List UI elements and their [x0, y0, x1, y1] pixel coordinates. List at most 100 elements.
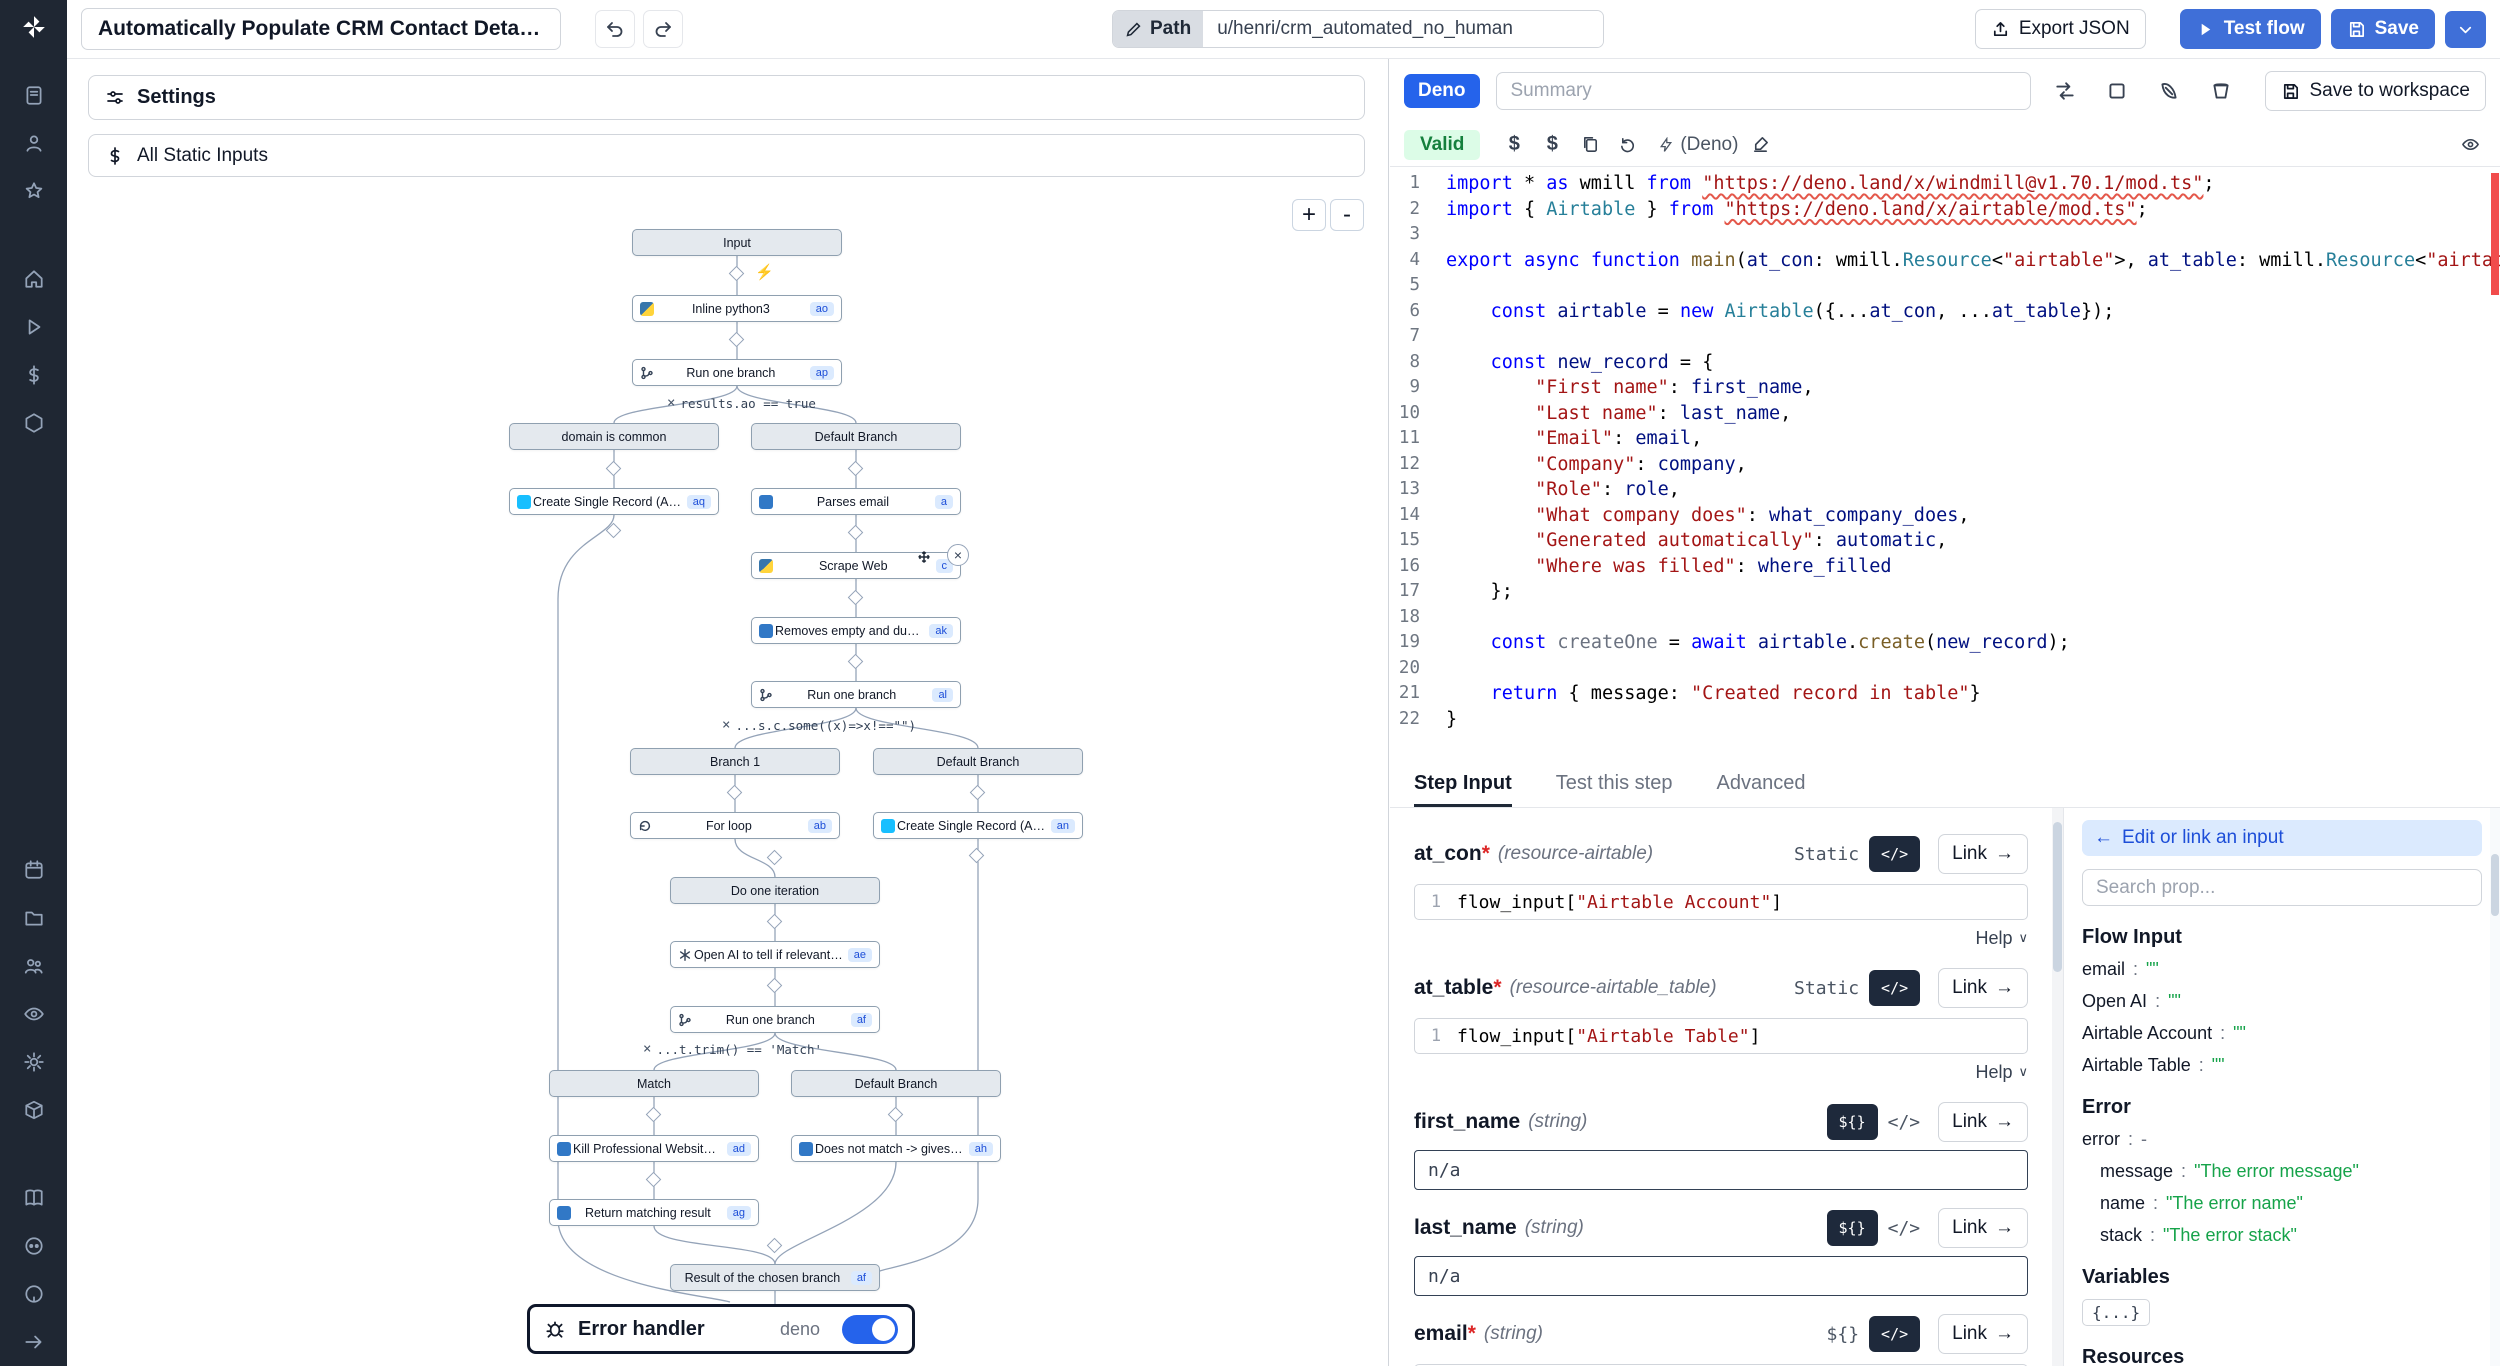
code-editor[interactable]: 1import * as wmill from "https://deno.la…	[1390, 167, 2500, 768]
windmill-logo-icon[interactable]	[21, 14, 47, 45]
search-prop-input[interactable]	[2082, 869, 2482, 906]
flow-node-parses-email[interactable]: Parses emaila	[751, 488, 961, 515]
prop-row[interactable]: stack:"The error stack"	[2082, 1225, 2482, 1246]
favorites-icon[interactable]	[14, 171, 54, 211]
code-mode-button[interactable]: </>	[1869, 970, 1920, 1006]
static-mode-button[interactable]: Static	[1794, 978, 1859, 999]
workers-icon[interactable]	[14, 1090, 54, 1130]
delete-step-button[interactable]: ×	[947, 544, 969, 566]
flow-node-default-branch[interactable]: Default Branch	[873, 748, 1083, 775]
preview-eye-icon[interactable]	[2454, 129, 2486, 161]
save-to-workspace-button[interactable]: Save to workspace	[2265, 71, 2486, 111]
prop-row[interactable]: name:"The error name"	[2082, 1193, 2482, 1214]
link-input-button[interactable]: Link→	[1938, 1102, 2028, 1142]
flow-node-create-single-record-aq[interactable]: Create Single Record (Airtable)aq	[509, 488, 719, 515]
remove-condition-icon[interactable]: ×	[667, 395, 675, 411]
remove-condition-icon[interactable]: ×	[722, 717, 730, 733]
form-scrollbar[interactable]	[2052, 808, 2063, 1366]
flow-settings-bar[interactable]: Settings	[88, 75, 1365, 120]
link-input-button[interactable]: Link→	[1938, 968, 2028, 1008]
template-mode-button[interactable]: ${}	[1827, 1104, 1878, 1140]
save-dropdown-button[interactable]	[2445, 11, 2486, 48]
flow-node-run-one-branch-af[interactable]: Run one branchaf	[670, 1006, 880, 1033]
link-input-button[interactable]: Link→	[1938, 1208, 2028, 1248]
prop-row[interactable]: error:-	[2082, 1129, 2482, 1150]
error-handler-node[interactable]: Error handler deno	[527, 1304, 915, 1354]
edit-or-link-input-button[interactable]: ←Edit or link an input	[2082, 820, 2482, 856]
reset-icon[interactable]	[1612, 129, 1644, 161]
diff-icon[interactable]	[2047, 73, 2083, 109]
variables-icon[interactable]	[14, 355, 54, 395]
help-link[interactable]: Help∨	[1414, 1060, 2028, 1084]
flow-node-for-loop[interactable]: For loopab	[630, 812, 840, 839]
flow-node-do-one-iteration[interactable]: Do one iteration	[670, 877, 880, 904]
flow-title[interactable]: Automatically Populate CRM Contact Detai…	[81, 8, 561, 50]
move-step-button[interactable]	[913, 546, 935, 568]
flow-node-removes-empty[interactable]: Removes empty and duplicatesak	[751, 617, 961, 644]
save-button[interactable]: Save	[2331, 9, 2435, 49]
library-icon[interactable]	[2203, 73, 2239, 109]
error-handler-toggle[interactable]	[842, 1315, 898, 1344]
folders-icon[interactable]	[14, 898, 54, 938]
prop-row[interactable]: Open AI:""	[2082, 991, 2482, 1012]
flow-node-inline-python3[interactable]: Inline python3ao	[632, 295, 842, 322]
github-icon[interactable]	[14, 1274, 54, 1314]
template-mode-button[interactable]: ${}	[1827, 1324, 1860, 1345]
export-json-button[interactable]: Export JSON	[1975, 9, 2146, 49]
flow-node-kill-professional-websites[interactable]: Kill Professional Websites mentionsad	[549, 1135, 759, 1162]
zoom-in-button[interactable]: +	[1292, 199, 1326, 231]
code-mode-button[interactable]: </>	[1888, 1218, 1921, 1239]
runs-icon[interactable]	[14, 75, 54, 115]
undo-button[interactable]	[595, 10, 635, 48]
code-mode-button[interactable]: </>	[1869, 836, 1920, 872]
flow-node-does-not-match[interactable]: Does not match -> gives empty valueah	[791, 1135, 1001, 1162]
docs-icon[interactable]	[14, 1178, 54, 1218]
variables-object-chip[interactable]: {...}	[2082, 1299, 2150, 1326]
flow-node-input[interactable]: Input	[632, 229, 842, 256]
prop-row[interactable]: message:"The error message"	[2082, 1161, 2482, 1182]
discord-icon[interactable]	[14, 1226, 54, 1266]
flow-node-branch-1[interactable]: Branch 1	[630, 748, 840, 775]
tab-test-this-step[interactable]: Test this step	[1556, 772, 1673, 807]
user-icon[interactable]	[14, 123, 54, 163]
remove-condition-icon[interactable]: ×	[643, 1041, 651, 1057]
prop-row[interactable]: Airtable Account:""	[2082, 1023, 2482, 1044]
resources-icon[interactable]	[14, 403, 54, 443]
last-name-input[interactable]	[1414, 1256, 2028, 1296]
redo-button[interactable]	[643, 10, 683, 48]
expression-input[interactable]: 1 flow_input["Airtable Table"]	[1414, 1018, 2028, 1054]
zoom-out-button[interactable]: -	[1330, 199, 1364, 231]
first-name-input[interactable]	[1414, 1150, 2028, 1190]
assistant-icon[interactable]	[2151, 73, 2187, 109]
collapse-sidebar-icon[interactable]	[14, 1322, 54, 1362]
expression-input[interactable]: 1 flow_input["Airtable Account"]	[1414, 884, 2028, 920]
link-input-button[interactable]: Link→	[1938, 834, 2028, 874]
clipboard-icon[interactable]	[1574, 129, 1606, 161]
flow-node-return-matching-result[interactable]: Return matching resultag	[549, 1199, 759, 1226]
props-scrollbar[interactable]	[2490, 808, 2500, 1366]
static-mode-button[interactable]: Static	[1794, 844, 1859, 865]
schedules-icon[interactable]	[14, 850, 54, 890]
language-badge[interactable]: Deno	[1404, 74, 1480, 108]
flow-node-openai-relevant[interactable]: Open AI to tell if relevant resultae	[670, 941, 880, 968]
flow-node-branch-match[interactable]: Match	[549, 1070, 759, 1097]
flow-node-run-one-branch-al[interactable]: Run one branchal	[751, 681, 961, 708]
summary-input[interactable]	[1496, 72, 2031, 110]
test-flow-button[interactable]: Test flow	[2180, 9, 2321, 49]
flow-node-branch-domain-is-common[interactable]: domain is common	[509, 423, 719, 450]
template-mode-button[interactable]: ${}	[1827, 1210, 1878, 1246]
dollar-icon[interactable]: $	[1536, 129, 1568, 161]
dollar-icon[interactable]: $	[1498, 129, 1530, 161]
prop-row[interactable]: Airtable Table:""	[2082, 1055, 2482, 1076]
runs-play-icon[interactable]	[14, 307, 54, 347]
tab-advanced[interactable]: Advanced	[1716, 772, 1805, 807]
link-input-button[interactable]: Link→	[1938, 1314, 2028, 1354]
flow-node-default-branch[interactable]: Default Branch	[791, 1070, 1001, 1097]
prop-row[interactable]: email:""	[2082, 959, 2482, 980]
format-icon[interactable]	[1744, 129, 1776, 161]
flow-node-run-one-branch-ap[interactable]: Run one branchap	[632, 359, 842, 386]
audit-logs-icon[interactable]	[14, 994, 54, 1034]
flow-node-create-single-record-an[interactable]: Create Single Record (Airtable)an	[873, 812, 1083, 839]
flow-node-default-branch[interactable]: Default Branch	[751, 423, 961, 450]
path-chip[interactable]: Path u/henri/crm_automated_no_human	[1112, 10, 1604, 48]
